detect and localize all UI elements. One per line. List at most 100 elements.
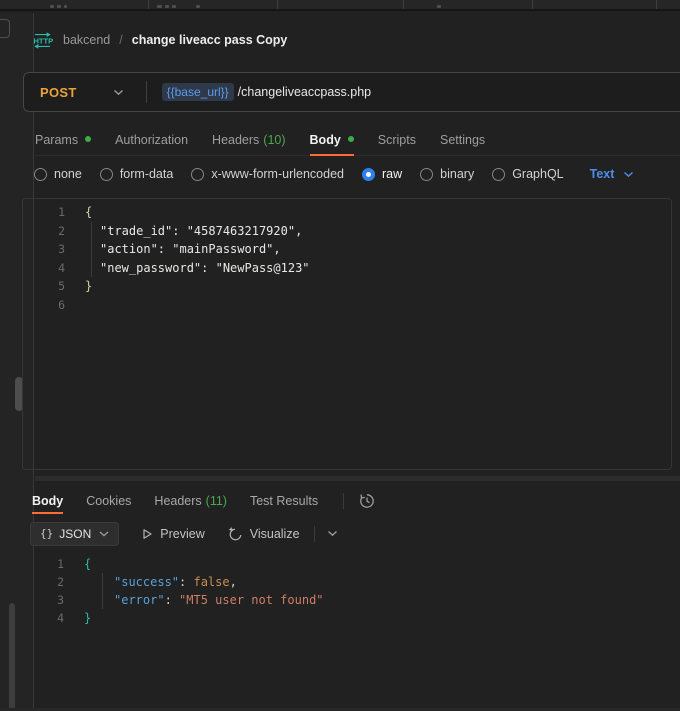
tab-label: Test Results (250, 494, 318, 508)
radio-circle (492, 168, 505, 181)
headers-count: (10) (263, 133, 285, 147)
json-braces-icon: {} (40, 527, 53, 540)
tab-params[interactable]: Params (35, 125, 91, 155)
chevron-down-icon (99, 531, 109, 537)
tab-divider (403, 0, 404, 9)
pane-splitter[interactable] (35, 476, 680, 481)
tab-settings[interactable]: Settings (440, 125, 485, 155)
workspace-tab-bar[interactable] (0, 0, 680, 11)
response-history-button[interactable] (358, 492, 376, 510)
chevron-down-icon (113, 89, 124, 96)
toolbar-more-button[interactable] (327, 530, 338, 537)
url-variable-chip[interactable]: {{base_url}} (162, 83, 234, 101)
code-line: 4} (22, 609, 672, 627)
history-clock-icon (358, 492, 376, 510)
response-tabs: Body Cookies Headers (11) Test Results (32, 487, 680, 514)
language-label: Text (590, 167, 615, 181)
radio-none[interactable]: none (34, 167, 82, 181)
request-title[interactable]: change liveacc pass Copy (132, 33, 288, 47)
visualize-button[interactable]: Visualize (227, 526, 300, 542)
line-number: 3 (23, 240, 65, 259)
url-path: /changeliveaccpass.php (238, 85, 371, 99)
tab-divider (148, 0, 149, 9)
line-number: 2 (22, 573, 64, 591)
line-number: 4 (23, 259, 65, 278)
response-format-selector[interactable]: {} JSON (30, 522, 119, 546)
response-headers-count: (11) (206, 494, 227, 508)
play-icon (141, 528, 153, 540)
response-tabs-divider (343, 493, 344, 509)
tab-label: Params (35, 133, 78, 147)
svg-text:HTTP: HTTP (34, 36, 54, 45)
radio-graphql[interactable]: GraphQL (492, 167, 563, 181)
code-line: 1{ (23, 203, 671, 222)
tab-label: Settings (440, 133, 485, 147)
tab-label: Body (32, 494, 63, 508)
breadcrumb-separator: / (119, 33, 122, 47)
params-dot (85, 136, 91, 142)
radio-x-www-form-urlencoded[interactable]: x-www-form-urlencoded (191, 167, 344, 181)
url-input[interactable]: {{base_url}} /changeliveaccpass.php (162, 83, 372, 101)
response-body-viewer[interactable]: 1{2"success": false,3"error": "MT5 user … (22, 551, 672, 631)
tab-scripts[interactable]: Scripts (378, 125, 416, 155)
radio-circle (100, 168, 113, 181)
request-tabs: Params Authorization Headers (10) Body Sc… (35, 125, 680, 156)
postman-app: HTTP bakcend / change liveacc pass Copy … (0, 0, 680, 711)
request-url-bar: POST {{base_url}} /changeliveaccpass.php (23, 72, 680, 112)
radio-circle (191, 168, 204, 181)
tab-label: Headers (212, 133, 259, 147)
chevron-down-icon (623, 171, 634, 178)
radio-form-data[interactable]: form-data (100, 167, 174, 181)
code-line: 2"trade_id": "4587463217920", (23, 222, 671, 241)
clipped-tab-text (157, 5, 162, 8)
body-type-options: none form-data x-www-form-urlencoded raw… (34, 161, 634, 187)
tab-label: Scripts (378, 133, 416, 147)
preview-button[interactable]: Preview (141, 527, 204, 541)
line-number: 2 (23, 222, 65, 241)
line-number: 3 (22, 591, 64, 609)
response-tab-cookies[interactable]: Cookies (86, 487, 131, 514)
code-line: 4"new_password": "NewPass@123" (23, 259, 671, 278)
radio-circle-selected (362, 168, 375, 181)
request-body-editor[interactable]: 1{2"trade_id": "4587463217920",3"action"… (22, 198, 672, 470)
radio-circle (34, 168, 47, 181)
raw-language-selector[interactable]: Text (590, 167, 635, 181)
response-tab-body[interactable]: Body (32, 487, 63, 514)
line-number: 1 (23, 203, 65, 222)
breadcrumb-collection[interactable]: bakcend (63, 33, 110, 47)
sidebar-button-partial[interactable] (0, 19, 10, 38)
code-line: 3"error": "MT5 user not found" (22, 591, 672, 609)
tab-headers[interactable]: Headers (10) (212, 125, 285, 155)
response-tab-test-results[interactable]: Test Results (250, 487, 318, 514)
http-badge-icon: HTTP (31, 32, 54, 49)
breadcrumb: HTTP bakcend / change liveacc pass Copy (31, 30, 287, 50)
radio-circle (420, 168, 433, 181)
clipped-tab-text (50, 5, 54, 8)
response-tab-headers[interactable]: Headers (11) (154, 487, 227, 514)
code-line: 5} (23, 277, 671, 296)
chevron-down-icon (327, 530, 338, 537)
toolbar-divider (314, 526, 315, 542)
response-toolbar: {} JSON Preview Visualize (30, 521, 680, 546)
url-bar-divider (146, 81, 147, 103)
clipped-tab-text (196, 5, 200, 8)
tab-label: Headers (154, 494, 201, 508)
tab-authorization[interactable]: Authorization (115, 125, 188, 155)
format-label: JSON (59, 527, 91, 541)
tab-divider (277, 0, 278, 9)
clipped-tab-text (437, 5, 441, 8)
line-number: 6 (23, 296, 65, 315)
code-line: 1{ (22, 555, 672, 573)
line-number: 1 (22, 555, 64, 573)
radio-raw[interactable]: raw (362, 167, 402, 181)
tab-divider (532, 0, 533, 9)
line-number: 5 (23, 277, 65, 296)
method-label: POST (40, 85, 77, 100)
tab-body[interactable]: Body (310, 125, 354, 155)
visualize-wand-icon (227, 526, 243, 542)
method-selector[interactable]: POST (40, 85, 124, 100)
clipped-tab-text (57, 5, 61, 8)
radio-binary[interactable]: binary (420, 167, 474, 181)
tab-label: Body (310, 133, 341, 147)
sidebar-scrollbar-thumb-lower[interactable] (9, 603, 15, 711)
